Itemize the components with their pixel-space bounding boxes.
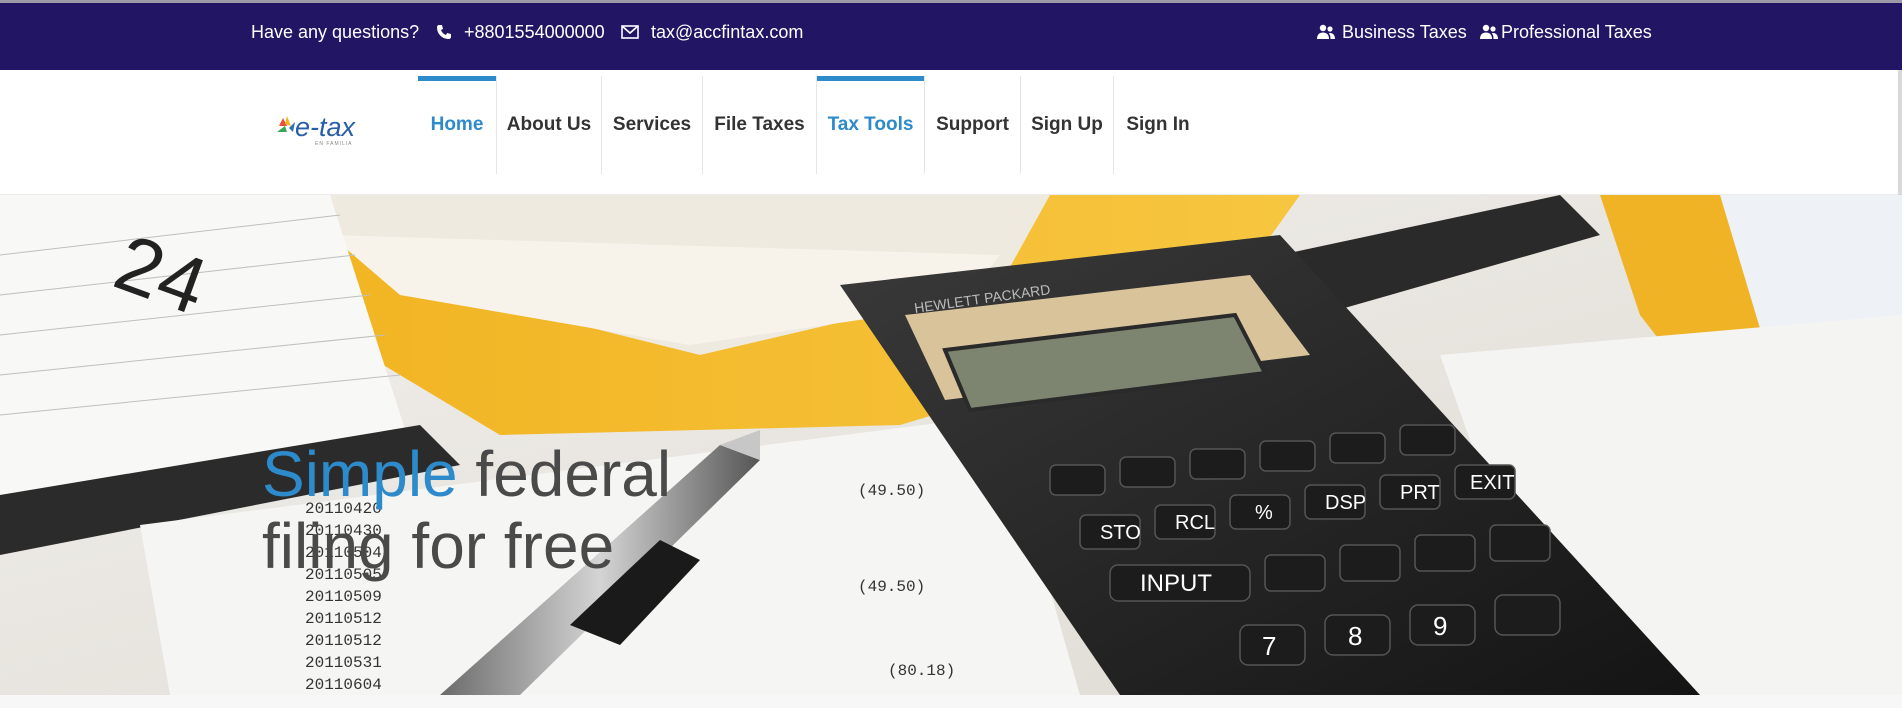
nav-services-label: Services <box>612 114 692 135</box>
top-contact-bar: Have any questions? +8801554000000 tax@a… <box>0 0 1902 70</box>
nav-tax-tools[interactable]: Tax Tools <box>817 76 925 174</box>
nav-tax-tools-label: Tax Tools <box>827 114 914 135</box>
nav-sign-up[interactable]: Sign Up <box>1021 76 1114 174</box>
svg-text:RCL: RCL <box>1175 512 1215 534</box>
svg-text:20110512: 20110512 <box>305 632 382 650</box>
svg-text:20110531: 20110531 <box>305 654 382 672</box>
email-address: tax@accfintax.com <box>651 21 804 42</box>
svg-text:(49.50): (49.50) <box>858 578 925 596</box>
svg-text:PRT: PRT <box>1400 482 1440 504</box>
svg-text:STO: STO <box>1100 522 1141 544</box>
email-link[interactable]: tax@accfintax.com <box>621 20 803 44</box>
nav-file-taxes[interactable]: File Taxes <box>703 76 817 174</box>
phone-number: +8801554000000 <box>464 21 605 42</box>
svg-text:7: 7 <box>1262 631 1276 661</box>
nav-about-us-label: About Us <box>506 114 592 135</box>
phone-icon <box>437 25 451 39</box>
svg-text:DSP: DSP <box>1325 492 1366 514</box>
professional-taxes-link[interactable]: Professional Taxes <box>1479 20 1652 44</box>
svg-text:(80.18): (80.18) <box>888 662 955 680</box>
business-taxes-label: Business Taxes <box>1342 21 1467 42</box>
svg-text:9: 9 <box>1433 611 1447 641</box>
nav-sign-up-label: Sign Up <box>1031 114 1103 135</box>
svg-text:(49.50): (49.50) <box>858 482 925 500</box>
nav-home[interactable]: Home <box>418 76 497 174</box>
svg-text:EXIT: EXIT <box>1470 472 1514 494</box>
svg-text:%: % <box>1255 502 1273 524</box>
nav-sign-in[interactable]: Sign In <box>1114 76 1202 174</box>
svg-text:20110604: 20110604 <box>305 676 382 694</box>
hero-headline-rest: federal <box>457 438 672 510</box>
questions-text: Have any questions? <box>251 21 420 42</box>
main-navbar: e-tax EN FAMILIA Home About Us Services … <box>0 70 1898 195</box>
svg-text:20110512: 20110512 <box>305 610 382 628</box>
users-icon <box>1480 24 1498 39</box>
hero-banner: 24 20110420 20110430 20110504 20110505 2… <box>0 195 1902 695</box>
users-icon <box>1317 24 1335 39</box>
nav-support[interactable]: Support <box>925 76 1021 174</box>
svg-text:20110509: 20110509 <box>305 588 382 606</box>
hero-headline-accent: Simple <box>262 438 458 510</box>
professional-taxes-label: Professional Taxes <box>1501 21 1652 42</box>
svg-text:e-tax: e-tax <box>295 112 357 142</box>
nav-services[interactable]: Services <box>602 76 703 174</box>
hero-headline-line2: filing for free <box>262 510 615 582</box>
svg-text:8: 8 <box>1348 621 1362 651</box>
envelope-icon <box>621 25 639 39</box>
scrollbar-edge[interactable] <box>1898 70 1902 195</box>
brand-logo[interactable]: e-tax EN FAMILIA <box>275 106 380 148</box>
business-taxes-link[interactable]: Business Taxes <box>1316 20 1467 44</box>
nav-file-taxes-label: File Taxes <box>714 114 805 135</box>
hero-headline: Simple federal filing for free <box>262 438 671 582</box>
brand-tagline: EN FAMILIA <box>315 141 353 147</box>
nav-support-label: Support <box>936 114 1009 135</box>
nav-home-label: Home <box>430 114 484 135</box>
nav-about-us[interactable]: About Us <box>497 76 602 174</box>
page-bottom-strip <box>0 695 1902 708</box>
nav-sign-in-label: Sign In <box>1126 114 1190 135</box>
phone-link[interactable]: +8801554000000 <box>436 20 605 44</box>
svg-text:INPUT: INPUT <box>1140 570 1212 597</box>
